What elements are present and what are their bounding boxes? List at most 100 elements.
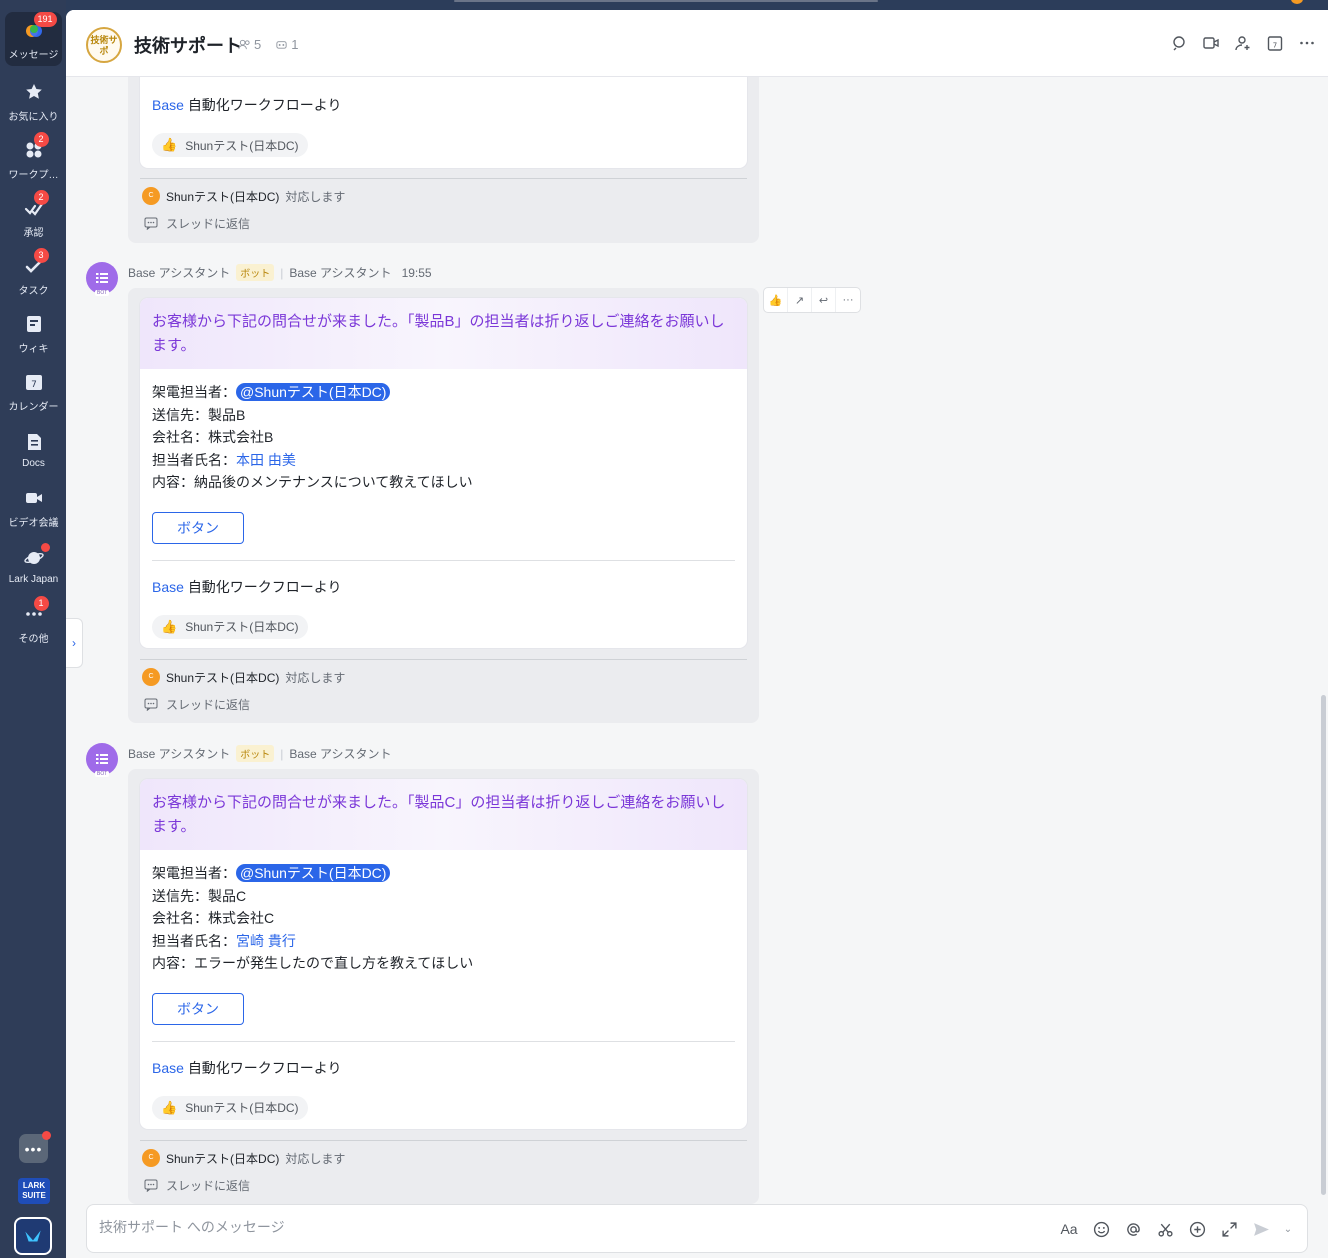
send-options-chevron-icon[interactable]: ⌄ [1283,1219,1293,1239]
sender-name[interactable]: Base アシスタント [128,745,230,762]
contact-link[interactable]: 宮崎 貴行 [236,933,296,949]
member-count[interactable]: 5 [238,37,261,52]
header-actions: 7 [1170,34,1316,52]
thumbs-up-icon: 👍 [161,618,178,634]
user-avatar[interactable]: C [142,668,160,686]
rail-item-docs[interactable]: Docs [5,422,62,476]
caller-row: 架電担当者： @Shunテスト(日本DC) [152,862,735,885]
expand-sidebar-button[interactable]: › [66,618,83,668]
message-card: お客様から下記の問合せが来ました。「製品C」の担当者は折り返しご連絡をお願いしま… [140,779,747,1129]
divider [140,659,747,660]
window-top-bar [66,0,1328,10]
list-icon [96,754,108,764]
members-icon [238,39,250,50]
chat-title[interactable]: 技術サポート [134,32,242,58]
emoji-icon[interactable] [1091,1219,1111,1239]
search-chat-icon[interactable] [1170,34,1188,52]
caller-mention[interactable]: @Shunテスト(日本DC) [236,383,391,401]
lark-japan-dot [40,542,50,552]
mention-icon[interactable] [1123,1219,1143,1239]
card-action-button[interactable]: ボタン [152,992,244,1025]
user-avatar[interactable]: C [142,1149,160,1167]
via-app: Base アシスタント [289,266,392,280]
base-link[interactable]: Base [152,97,184,113]
top-search-bar[interactable] [454,0,878,2]
reaction-chip[interactable]: 👍 Shunテスト(日本DC) [152,133,308,157]
thumbs-up-icon: 👍 [161,137,178,152]
profile-avatar[interactable] [14,1217,52,1255]
thumbs-up-icon: 👍 [161,1099,178,1115]
contact-label: 担当者氏名： [152,451,236,468]
company-row: 会社名：株式会社C [152,910,275,926]
ack-name[interactable]: Shunテスト(日本DC) [166,669,279,686]
message-composer: Aa ⌄ [86,1204,1308,1253]
rail-item-more[interactable]: 1 その他 [5,595,62,650]
share-icon[interactable]: ↗ [788,288,812,312]
scissors-icon[interactable] [1155,1219,1175,1239]
add-attachment-icon[interactable] [1187,1219,1207,1239]
rail-item-workplace[interactable]: 2 ワークプ… [5,131,62,186]
thread-label: スレッドに返信 [166,1179,251,1193]
thread-icon [144,1179,158,1192]
more-options-icon[interactable] [1298,34,1316,52]
chat-panel: 技術サポ 技術サポート 5 1 7 Base 自動化ワークフローより 👍 Shun… [66,10,1328,1258]
caller-row: 架電担当者： @Shunテスト(日本DC) [152,381,735,404]
ack-name[interactable]: Shunテスト(日本DC) [166,1150,279,1167]
bot-avatar[interactable]: BOT [86,262,118,296]
video-call-icon[interactable] [1202,34,1220,52]
more-actions-icon[interactable]: ··· [836,288,860,312]
reaction-chip[interactable]: 👍 Shunテスト(日本DC) [152,614,308,639]
docs-icon [22,430,46,454]
message-input[interactable] [99,1219,999,1235]
text-format-icon[interactable]: Aa [1059,1219,1079,1239]
rail-item-approval[interactable]: 2 承認 [5,189,62,244]
thread-icon [144,217,158,230]
user-avatar[interactable]: C [142,187,160,205]
reply-thread-button[interactable]: スレッドに返信 [144,1177,250,1194]
caller-mention[interactable]: @Shunテスト(日本DC) [236,864,391,882]
quick-actions-dot [42,1131,51,1140]
rail-label: メッセージ [8,49,59,61]
contact-link[interactable]: 本田 由美 [236,452,296,468]
bot-label: BOT [95,290,110,296]
reaction-chip[interactable]: 👍 Shunテスト(日本DC) [152,1095,308,1120]
separator: | [280,746,284,761]
card-headline: お客様から下記の問合せが来ました。「製品C」の担当者は折り返しご連絡をお願いしま… [140,779,747,850]
rail-item-wiki[interactable]: ウィキ [5,306,62,360]
ack-text: 対応します [285,189,346,204]
scrollbar[interactable] [1321,695,1326,1195]
add-member-icon[interactable] [1234,34,1252,52]
message-card: お客様から下記の問合せが来ました。「製品B」の担当者は折り返しご連絡をお願いしま… [140,298,747,648]
profile-orb[interactable] [1291,0,1303,4]
bot-avatar[interactable]: BOT [86,743,118,777]
group-avatar[interactable]: 技術サポ [86,27,122,63]
rail-item-tasks[interactable]: 3 タスク [5,247,62,302]
expand-editor-icon[interactable] [1219,1219,1239,1239]
lark-suite-logo[interactable]: LARK SUITE [18,1178,50,1204]
bot-count[interactable]: 1 [275,37,298,52]
send-icon[interactable] [1251,1219,1271,1239]
quick-actions-button[interactable]: ••• [19,1131,51,1163]
reply-icon[interactable]: ↩ [812,288,836,312]
rail-item-calendar[interactable]: 7 カレンダー [5,364,62,418]
rail-item-messages[interactable]: 191 メッセージ [5,11,62,66]
sender-name[interactable]: Base アシスタント [128,264,230,281]
calendar-tab-icon[interactable]: 7 [1266,34,1284,52]
base-link[interactable]: Base [152,1060,184,1076]
rail-item-video[interactable]: ビデオ会議 [5,480,62,534]
thumbs-up-reaction-icon[interactable]: 👍 [764,288,788,312]
rail-label: ウィキ [18,343,49,355]
rail-item-favorites[interactable]: お気に入り [5,74,62,128]
approval-badge: 2 [33,189,49,205]
ack-name[interactable]: Shunテスト(日本DC) [166,188,279,205]
card-body: 架電担当者： @Shunテスト(日本DC) 送信先：製品B 会社名：株式会社B 担… [140,369,747,556]
ack-row: C Shunテスト(日本DC) 対応します [142,668,345,686]
base-link[interactable]: Base [152,579,184,595]
rail-item-lark-japan[interactable]: Lark Japan [5,538,62,592]
reply-thread-button[interactable]: スレッドに返信 [144,696,250,713]
reply-thread-button[interactable]: スレッドに返信 [144,215,250,232]
content-row: 内容：納品後のメンテナンスについて教えてほしい [152,474,473,490]
card-action-button[interactable]: ボタン [152,511,244,544]
via-app: Base アシスタント [289,747,392,761]
rail-label: Lark Japan [8,573,59,585]
